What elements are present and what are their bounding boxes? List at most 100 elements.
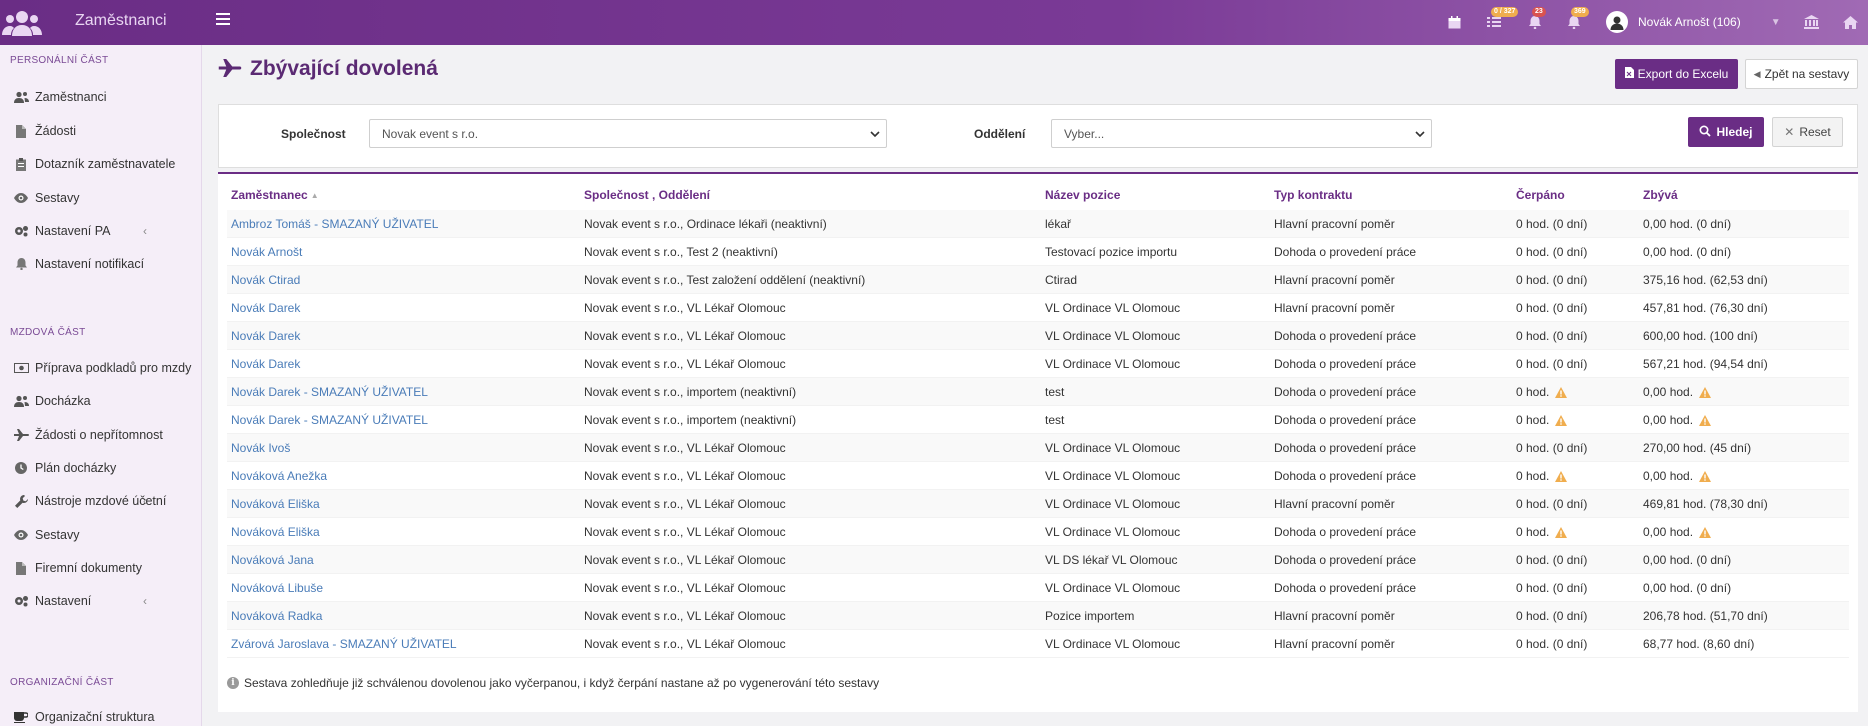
- cell-text: Novak event s r.o., VL Lékař Olomouc: [584, 637, 786, 651]
- column-header-used[interactable]: Čerpáno: [1516, 188, 1565, 202]
- document-icon: [13, 124, 29, 138]
- sidebar-item-nastaveni-notifikaci[interactable]: Nastavení notifikací: [0, 249, 202, 279]
- cell-text: 0 hod.: [1516, 525, 1550, 539]
- company-cell: Novak event s r.o., VL Lékař Olomouc: [584, 357, 786, 371]
- sidebar-item-priprava-podkladu[interactable]: Příprava podkladů pro mzdy: [0, 353, 202, 383]
- contract-cell: Hlavní pracovní poměr: [1274, 301, 1395, 315]
- cell-text: Dohoda o provedení práce: [1274, 525, 1417, 539]
- sidebar-item-label: Sestavy: [35, 528, 80, 542]
- company-cell: Novak event s r.o., VL Lékař Olomouc: [584, 581, 786, 595]
- cell-text: VL DS lékař VL Olomouc: [1045, 553, 1178, 567]
- search-button[interactable]: Hledej: [1688, 117, 1764, 147]
- home-icon[interactable]: [1842, 14, 1858, 30]
- clock-icon: [13, 461, 29, 475]
- cell-text: Novak event s r.o., Ordinace lékaři (nea…: [584, 217, 827, 231]
- employee-cell[interactable]: Novák Arnošt: [231, 245, 302, 259]
- sidebar-item-dochazka[interactable]: Docházka: [0, 386, 202, 416]
- report-note: i Sestava zohledňuje již schválenou dovo…: [227, 676, 879, 690]
- column-header-contract[interactable]: Typ kontraktu: [1274, 188, 1352, 202]
- user-avatar-icon: [1606, 11, 1628, 33]
- sidebar-item-sestavy[interactable]: Sestavy: [0, 183, 202, 213]
- cell-text: 206,78 hod. (51,70 dní): [1643, 609, 1768, 623]
- cell-text: Nováková Radka: [231, 609, 323, 623]
- remaining-cell: 270,00 hod. (45 dní): [1643, 441, 1751, 455]
- employee-cell[interactable]: Nováková Eliška: [231, 525, 320, 539]
- employee-cell[interactable]: Novák Darek: [231, 329, 300, 343]
- column-header-employee[interactable]: Zaměstnanec ▲: [231, 188, 319, 202]
- employee-cell[interactable]: Novák Darek: [231, 357, 300, 371]
- employee-cell[interactable]: Nováková Libuše: [231, 581, 323, 595]
- app-logo-icon[interactable]: [0, 0, 44, 45]
- user-name: Novák Arnošt (106): [1638, 15, 1741, 29]
- export-excel-button[interactable]: Export do Excelu: [1615, 59, 1738, 89]
- caret-left-icon: ◀: [1753, 68, 1761, 79]
- employee-cell[interactable]: Nováková Radka: [231, 609, 322, 623]
- eye-icon: [13, 528, 29, 542]
- used-cell: 0 hod. (0 dní): [1516, 553, 1587, 567]
- search-label: Hledej: [1716, 125, 1753, 139]
- department-select[interactable]: Vyber...: [1051, 119, 1432, 148]
- employee-cell[interactable]: Ambroz Tomáš - SMAZANÝ UŽIVATEL: [231, 217, 438, 231]
- cell-text: 0 hod. (0 dní): [1516, 581, 1588, 595]
- company-cell: Novak event s r.o., VL Lékař Olomouc: [584, 441, 786, 455]
- used-cell: 0 hod. (0 dní): [1516, 357, 1587, 371]
- table-row: Ambroz Tomáš - SMAZANÝ UŽIVATEL Novak eve…: [227, 210, 1849, 238]
- calendar-icon[interactable]: [1446, 14, 1462, 30]
- cell-text: 0 hod. (0 dní): [1516, 245, 1588, 259]
- employee-cell[interactable]: Nováková Jana: [231, 553, 314, 567]
- company-select[interactable]: Novak event s r.o.: [369, 119, 887, 148]
- sidebar-item-organizacni-struktura[interactable]: Organizační struktura: [0, 702, 202, 726]
- employee-cell[interactable]: Novák Darek - SMAZANÝ UŽIVATEL: [231, 413, 428, 427]
- cell-text: VL Ordinace VL Olomouc: [1045, 357, 1181, 371]
- tasks-icon[interactable]: 0 / 327: [1486, 7, 1519, 30]
- user-menu[interactable]: Novák Arnošt (106) ▼: [1606, 11, 1781, 33]
- document-icon: [13, 561, 29, 575]
- column-header-company[interactable]: Společnost , Oddělení: [584, 188, 710, 202]
- sidebar-item-nastaveni-pa[interactable]: Nastavení PA ‹: [0, 216, 202, 246]
- sidebar-item-nastaveni[interactable]: Nastavení ‹: [0, 586, 202, 616]
- contract-cell: Hlavní pracovní poměr: [1274, 273, 1395, 287]
- reset-label: Reset: [1799, 125, 1831, 139]
- sidebar-item-sestavy-mzdy[interactable]: Sestavy: [0, 520, 202, 550]
- reset-button[interactable]: ✕ Reset: [1772, 117, 1843, 147]
- institution-icon[interactable]: [1803, 14, 1819, 30]
- sidebar-item-zadosti-nepritomnost[interactable]: Žádosti o nepřítomnost: [0, 420, 202, 450]
- sidebar-item-firemni-dokumenty[interactable]: Firemní dokumenty: [0, 553, 202, 583]
- position-cell: VL Ordinace VL Olomouc: [1045, 441, 1180, 455]
- sidebar-item-zamestnanci[interactable]: Zaměstnanci: [0, 82, 202, 112]
- sidebar-item-plan-dochazky[interactable]: Plán docházky: [0, 453, 202, 483]
- company-cell: Novak event s r.o., VL Lékař Olomouc: [584, 301, 786, 315]
- sidebar-item-zadosti[interactable]: Žádosti: [0, 116, 202, 146]
- back-to-reports-button[interactable]: ◀ Zpět na sestavy: [1745, 59, 1858, 89]
- alerts-badge: 369: [1571, 7, 1589, 17]
- cell-text: 0 hod. (0 dní): [1516, 301, 1588, 315]
- table-header: Zaměstnanec ▲ Společnost , Oddělení Náze…: [227, 184, 1849, 206]
- cell-text: 270,00 hod. (45 dní): [1643, 441, 1752, 455]
- position-cell: Testovací pozice importu: [1045, 245, 1177, 259]
- employee-cell[interactable]: Novák Ctirad: [231, 273, 300, 287]
- cell-text: VL Ordinace VL Olomouc: [1045, 637, 1181, 651]
- chevron-left-icon: ‹: [143, 594, 147, 608]
- sidebar-item-nastroje-mzdove[interactable]: Nástroje mzdové účetní ‹: [0, 486, 202, 516]
- sidebar-item-label: Žádosti: [35, 124, 76, 138]
- warning-icon: [1555, 414, 1568, 426]
- column-header-remaining[interactable]: Zbývá: [1643, 188, 1678, 202]
- app-title[interactable]: Zaměstnanci: [75, 12, 167, 30]
- employee-cell[interactable]: Novák Darek - SMAZANÝ UŽIVATEL: [231, 385, 428, 399]
- sidebar-item-dotaznik[interactable]: Dotazník zaměstnavatele: [0, 149, 202, 179]
- alerts-bell-icon[interactable]: 369: [1566, 7, 1589, 30]
- employee-cell[interactable]: Nováková Eliška: [231, 497, 320, 511]
- employee-cell[interactable]: Nováková Anežka: [231, 469, 327, 483]
- cell-text: 0 hod. (0 dní): [1516, 637, 1588, 651]
- table-row: Novák Ivoš Novak event s r.o., VL Lékař O…: [227, 434, 1849, 462]
- menu-toggle-icon[interactable]: [216, 13, 230, 29]
- notification-bell-icon[interactable]: 23: [1527, 7, 1546, 30]
- contract-cell: Dohoda o provedení práce: [1274, 385, 1416, 399]
- employee-cell[interactable]: Novák Darek: [231, 301, 300, 315]
- column-header-position[interactable]: Název pozice: [1045, 188, 1120, 202]
- employee-cell[interactable]: Zvárová Jaroslava - SMAZANÝ UŽIVATEL: [231, 637, 457, 651]
- employee-cell[interactable]: Novák Ivoš: [231, 441, 290, 455]
- warning-icon: [1699, 526, 1712, 538]
- company-select-value: Novak event s r.o.: [382, 126, 479, 141]
- sidebar-item-label: Organizační struktura: [35, 710, 155, 724]
